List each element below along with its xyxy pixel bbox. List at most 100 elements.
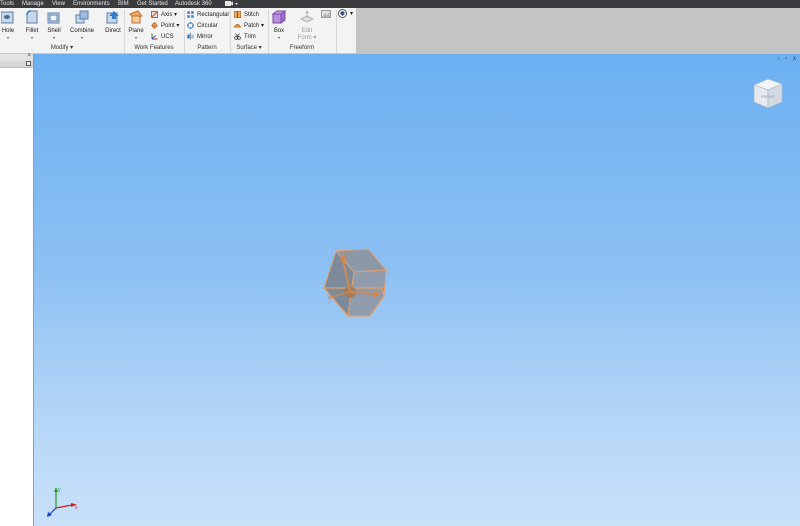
stitch-label: Stitch <box>244 12 260 18</box>
stitch-button[interactable]: Stitch <box>234 10 259 20</box>
mirror-icon <box>187 32 194 40</box>
shield-icon <box>338 9 347 18</box>
axis-dropdown-icon: ▾ <box>172 12 178 18</box>
ucs-button[interactable]: UCS <box>151 32 174 42</box>
cube-model[interactable] <box>308 248 398 328</box>
combine-dropdown-icon: ▾ <box>80 35 83 40</box>
fillet-button[interactable]: Fillet ▾ <box>22 10 42 40</box>
axis-icon <box>151 10 158 18</box>
viewcube-face-label: FRONT <box>761 94 775 99</box>
ucs-icon <box>151 33 158 40</box>
circular-label: Circular <box>197 23 218 29</box>
axis-button[interactable]: Axis ▾ <box>151 10 177 20</box>
direct-label: Direct <box>105 28 121 34</box>
edit-form-label-line1: Edit <box>301 28 313 34</box>
rectangular-label: Rectangular <box>197 12 230 18</box>
hole-icon <box>0 11 14 24</box>
hole-button[interactable]: Hole ▾ <box>0 10 16 40</box>
viewport-window-controls[interactable]: - ▫ x <box>778 55 798 63</box>
shell-button[interactable]: Shell ▾ <box>45 10 63 40</box>
stitch-icon <box>234 10 241 18</box>
combine-button[interactable]: Combine ▾ <box>68 10 96 40</box>
viewcube[interactable]: FRONT <box>750 76 786 112</box>
modify-panel-title-text: Modify <box>50 45 69 51</box>
combine-label: Combine <box>69 28 94 34</box>
patch-button[interactable]: Patch ▾ <box>234 21 264 31</box>
patch-dropdown-icon: ▾ <box>259 23 265 29</box>
svg-text:x: x <box>75 505 78 511</box>
point-icon <box>151 21 158 29</box>
box-dropdown-icon: ▾ <box>277 35 280 40</box>
rectangular-pattern-icon <box>187 11 194 18</box>
hole-dropdown-icon: ▾ <box>6 35 9 40</box>
ribbon-background <box>356 8 800 53</box>
graphics-viewport[interactable]: - ▫ x FRONT y x <box>34 54 800 526</box>
browser-close-icon[interactable]: × <box>27 53 31 59</box>
circular-pattern-icon <box>187 21 194 29</box>
pattern-panel-title[interactable]: Pattern <box>184 44 230 52</box>
point-dropdown-icon: ▾ <box>174 23 180 29</box>
patch-icon <box>234 23 241 28</box>
direct-button[interactable]: Direct <box>104 10 122 35</box>
box-button[interactable]: Box ▾ <box>271 10 287 40</box>
panel-expand-icon: ▾ <box>258 45 262 51</box>
plane-button[interactable]: Plane ▾ <box>127 10 145 40</box>
work-features-panel-title[interactable]: Work Features <box>124 44 184 52</box>
freeform-panel-title[interactable]: Freeform <box>268 44 336 52</box>
surface-panel-title-text: Surface <box>236 45 257 51</box>
camera-menu-icon[interactable] <box>224 0 238 8</box>
hole-label: Hole <box>1 28 15 34</box>
model-browser: × <box>0 53 34 526</box>
point-label: Point <box>161 23 175 29</box>
menu-get-started[interactable]: Get Started <box>137 0 168 8</box>
circular-pattern-button[interactable]: Circular <box>187 21 218 31</box>
fillet-label: Fillet <box>25 28 39 34</box>
image-icon <box>321 10 331 19</box>
axis-label: Axis <box>161 12 173 18</box>
menu-tools[interactable]: Tools <box>0 0 14 8</box>
fillet-dropdown-icon: ▾ <box>30 35 33 40</box>
plane-icon <box>129 10 143 24</box>
coordinate-triad-icon: y x <box>47 487 78 517</box>
fillet-icon <box>26 10 38 24</box>
patch-label: Patch <box>244 23 260 29</box>
trim-label: Trim <box>244 34 256 40</box>
shield-dropdown-icon: ▾ <box>350 11 354 18</box>
plane-label: Plane <box>128 28 144 34</box>
menu-environments[interactable]: Environments <box>73 0 110 8</box>
modify-panel-title[interactable]: Modify ▾ <box>0 44 124 52</box>
edit-form-button[interactable]: Edit Form ▾ <box>296 10 318 42</box>
trim-icon <box>234 33 241 40</box>
menu-view[interactable]: View <box>52 0 65 8</box>
rectangular-pattern-button[interactable]: Rectangular <box>187 10 229 20</box>
shield-dropdown-button[interactable]: ▾ <box>338 9 353 19</box>
point-button[interactable]: Point ▾ <box>151 21 179 31</box>
browser-menu-icon[interactable] <box>26 61 31 66</box>
edit-form-label-line2: Form ▾ <box>297 35 317 41</box>
browser-header: × <box>0 53 33 61</box>
browser-toolbar <box>0 61 33 68</box>
panel-expand-icon: ▾ <box>70 45 74 51</box>
panel-separator <box>336 10 337 53</box>
menu-bar: Tools Manage View Environments BIM Get S… <box>0 0 800 8</box>
svg-text:y: y <box>58 487 61 493</box>
direct-icon <box>106 11 119 24</box>
shell-icon <box>47 12 60 24</box>
ucs-label: UCS <box>161 34 174 40</box>
shell-label: Shell <box>47 28 61 34</box>
menu-bim[interactable]: BIM <box>118 0 129 8</box>
image-tool-button[interactable] <box>321 10 334 20</box>
shell-dropdown-icon: ▾ <box>52 35 55 40</box>
plane-dropdown-icon: ▾ <box>134 35 137 40</box>
trim-button[interactable]: Trim <box>234 32 256 42</box>
mirror-button[interactable]: Mirror <box>187 32 213 42</box>
box-label: Box <box>273 28 285 34</box>
combine-icon <box>75 10 89 24</box>
box-icon <box>271 10 287 24</box>
mirror-label: Mirror <box>197 34 213 40</box>
surface-panel-title[interactable]: Surface ▾ <box>230 44 268 52</box>
edit-form-label-line2-text: Form <box>297 35 312 41</box>
menu-autodesk-360[interactable]: Autodesk 360 <box>175 0 212 8</box>
edit-form-icon <box>299 10 315 23</box>
menu-manage[interactable]: Manage <box>22 0 44 8</box>
